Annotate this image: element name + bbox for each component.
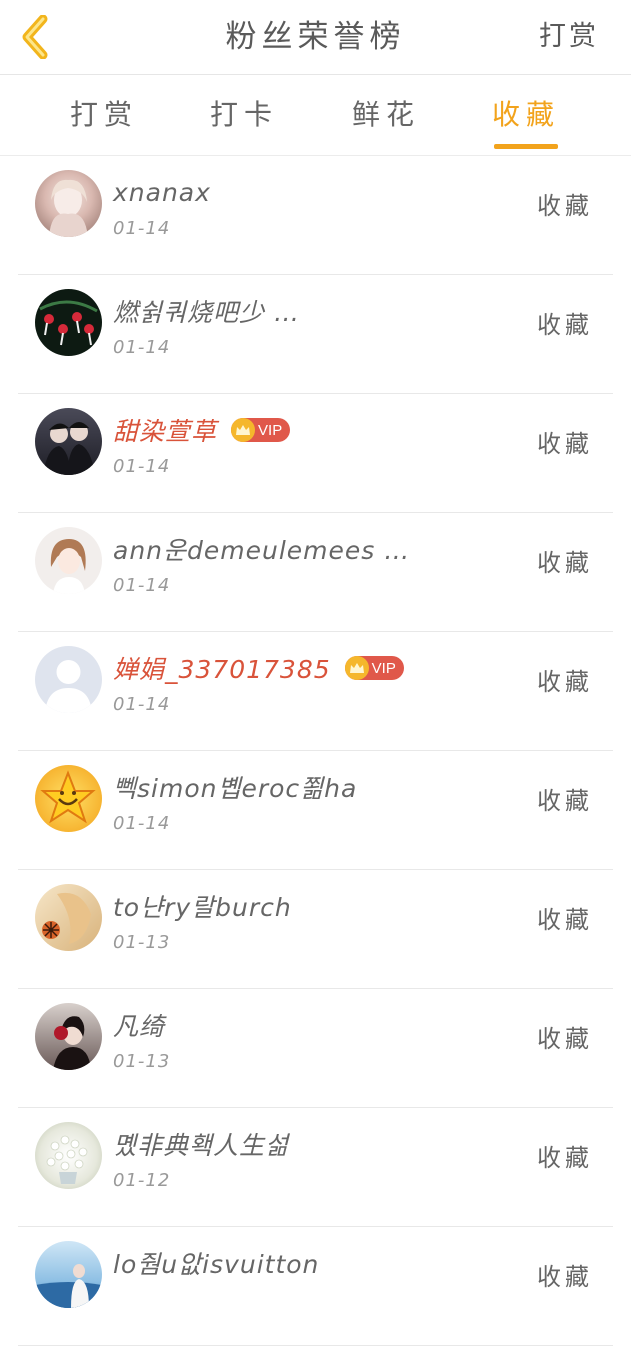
favorite-label: 收藏 <box>537 1263 593 1291</box>
date: 01-14 <box>113 218 171 239</box>
list-item[interactable]: 몠非典홱人生섦 01-12 收藏 <box>18 1108 613 1227</box>
vip-badge: VIP <box>231 418 291 442</box>
favorite-label: 收藏 <box>537 1144 593 1172</box>
tab-checkin[interactable]: 打卡 <box>184 75 304 155</box>
date: 01-14 <box>113 694 171 715</box>
list-item[interactable]: 燃쉵쿼烧吧少 … 01-14 收藏 <box>18 275 613 394</box>
vip-label: VIP <box>371 659 396 677</box>
vip-label: VIP <box>258 421 283 439</box>
fan-list: xnanax 01-14 收藏 燃쉵쿼烧吧少 … 01-14 收藏 甜染萱草 V… <box>0 156 631 1346</box>
tab-reward[interactable]: 打赏 <box>44 75 164 155</box>
date: 01-12 <box>113 1170 171 1191</box>
user-name: 婵娟_337017385 <box>113 655 331 684</box>
user-name: lo줨u앖isvuitton <box>113 1250 320 1279</box>
favorite-label: 收藏 <box>537 549 593 577</box>
favorite-label: 收藏 <box>537 430 593 458</box>
user-name: 甜染萱草 <box>113 417 218 446</box>
list-item[interactable]: lo줨u앖isvuitton 收藏 <box>18 1227 613 1346</box>
user-name: 燃쉵쿼烧吧少 … <box>113 298 300 327</box>
list-item[interactable]: ann운demeulemees … 01-14 收藏 <box>18 513 613 632</box>
date: 01-14 <box>113 575 171 596</box>
avatar[interactable] <box>35 1003 102 1070</box>
list-item[interactable]: 婵娟_337017385 VIP 01-14 收藏 <box>18 632 613 751</box>
date: 01-13 <box>113 932 171 953</box>
list-item[interactable]: 凡绮 01-13 收藏 <box>18 989 613 1108</box>
favorite-label: 收藏 <box>537 906 593 934</box>
avatar[interactable] <box>35 1122 102 1189</box>
crown-icon <box>231 418 256 442</box>
list-item[interactable]: 甜染萱草 VIP 01-14 收藏 <box>18 394 613 513</box>
avatar[interactable] <box>35 408 102 475</box>
favorite-label: 收藏 <box>537 1025 593 1053</box>
favorite-label: 收藏 <box>537 192 593 220</box>
date: 01-14 <box>113 456 171 477</box>
avatar[interactable] <box>35 1241 102 1308</box>
avatar[interactable] <box>35 646 102 713</box>
reward-button[interactable]: 打赏 <box>539 0 599 74</box>
avatar[interactable] <box>35 884 102 951</box>
user-name: xnanax <box>113 177 211 207</box>
avatar[interactable] <box>35 765 102 832</box>
user-name: to냔ry랄burch <box>113 893 292 922</box>
favorite-label: 收藏 <box>537 668 593 696</box>
user-name: ann운demeulemees … <box>113 536 411 565</box>
page-title: 粉丝荣誉榜 <box>225 19 406 55</box>
avatar[interactable] <box>35 170 102 237</box>
user-name: 뻭simon볩eroc쬚ha <box>113 774 358 803</box>
active-tab-indicator <box>494 144 558 149</box>
list-item[interactable]: 뻭simon볩eroc쬚ha 01-14 收藏 <box>18 751 613 870</box>
crown-icon <box>344 656 369 680</box>
tab-favorites[interactable]: 收藏 <box>466 75 586 155</box>
date: 01-13 <box>113 1051 171 1072</box>
favorite-label: 收藏 <box>537 787 593 815</box>
tab-bar: 打赏 打卡 鲜花 收藏 <box>0 75 631 156</box>
favorite-label: 收藏 <box>537 311 593 339</box>
date: 01-14 <box>113 813 171 834</box>
tab-flowers[interactable]: 鲜花 <box>326 75 446 155</box>
list-item[interactable]: to냔ry랄burch 01-13 收藏 <box>18 870 613 989</box>
avatar[interactable] <box>35 527 102 594</box>
date: 01-14 <box>113 337 171 358</box>
list-item[interactable]: xnanax 01-14 收藏 <box>18 156 613 275</box>
vip-badge: VIP <box>344 656 404 680</box>
user-name: 凡绮 <box>113 1012 166 1041</box>
user-name: 몠非典홱人生섦 <box>113 1131 290 1160</box>
top-bar: 粉丝荣誉榜 打赏 <box>0 0 631 75</box>
avatar[interactable] <box>35 289 102 356</box>
